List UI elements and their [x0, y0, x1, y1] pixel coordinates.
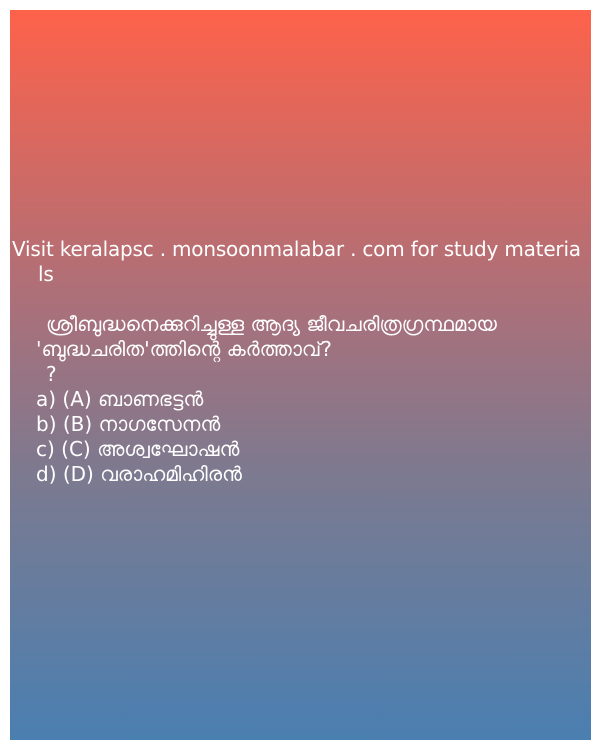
option-a: a) (A) ബാണഭട്ടൻ	[36, 387, 204, 411]
option-d: d) (D) വരാഹമിഹിരൻ	[36, 462, 242, 486]
question-text: ശ്രീബുദ്ധനെക്കുറിച്ചുള്ള ആദ്യ ജീവചരിത്രഗ…	[10, 312, 591, 387]
question-card: Visit keralapsc . monsoonmalabar . com f…	[10, 10, 591, 740]
card-content: Visit keralapsc . monsoonmalabar . com f…	[10, 237, 591, 487]
question-line-2: 'ബുദ്ധചരിത'ത്തിന്റെ കർത്താവ്?	[36, 337, 332, 361]
promo-line-1: Visit keralapsc . monsoonmalabar . com f…	[12, 237, 581, 261]
question-line-1: ശ്രീബുദ്ധനെക്കുറിച്ചുള്ള ആദ്യ ജീവചരിത്രഗ…	[46, 312, 497, 336]
option-c: c) (C) അശ്വഘോഷൻ	[36, 437, 240, 461]
promo-text: Visit keralapsc . monsoonmalabar . com f…	[10, 237, 591, 287]
promo-line-2: ls	[38, 262, 54, 286]
option-b: b) (B) നാഗസേനൻ	[36, 412, 221, 436]
answer-options: a) (A) ബാണഭട്ടൻ b) (B) നാഗസേനൻ c) (C) അശ…	[10, 387, 591, 487]
question-line-3: ?	[46, 362, 57, 386]
